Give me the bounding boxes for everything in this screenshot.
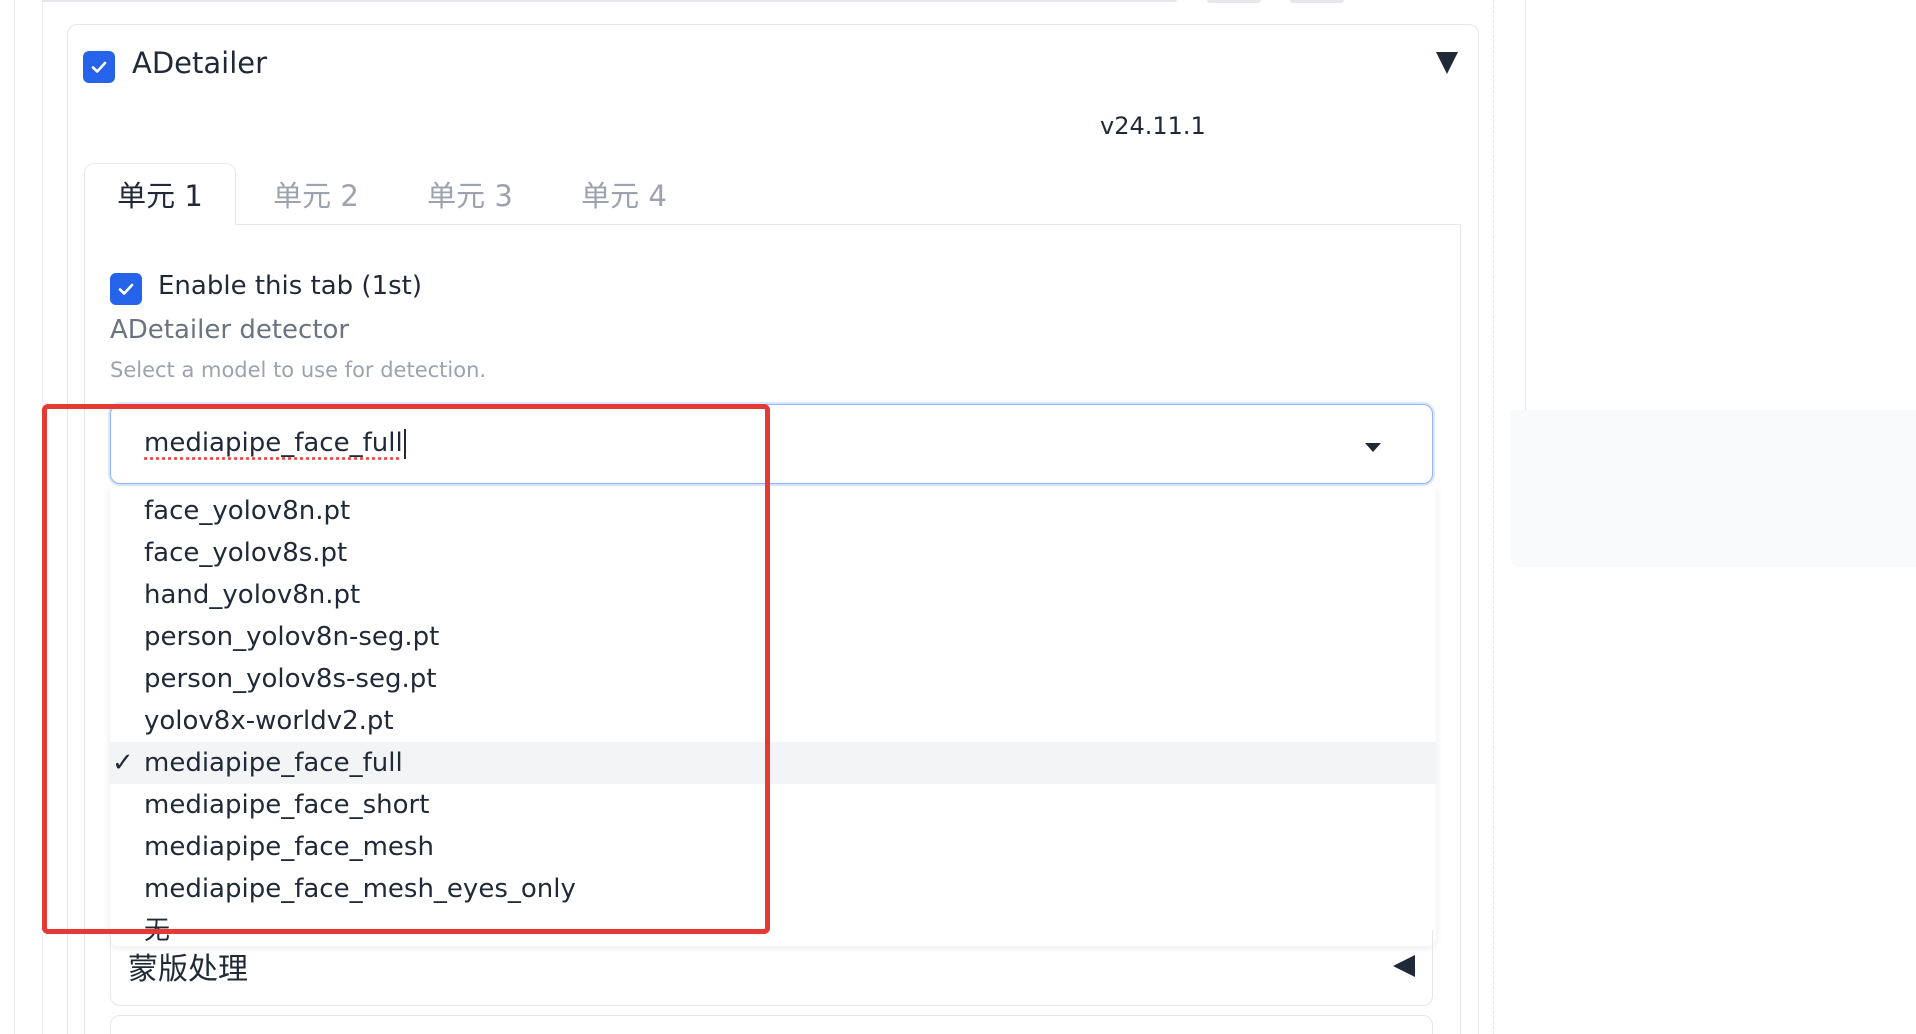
checkmark-icon [118,283,134,295]
detector-label: ADetailer detector [110,315,350,345]
previous-section-edge [42,0,1177,2]
dropdown-option[interactable]: ✓ mediapipe_face_full [110,742,1436,784]
detector-value-text: mediapipe_face_full [144,428,403,458]
dropdown-option[interactable]: face_yolov8s.pt [110,532,1436,574]
screen: ADetailer v24.11.1 单元 1 单元 2 单元 3 单元 4 E… [0,0,1916,1034]
tab-unit-4[interactable]: 单元 4 [576,163,672,225]
dropdown-option-label: yolov8x-worldv2.pt [144,706,394,736]
dropdown-option-label: hand_yolov8n.pt [144,580,361,610]
dropdown-option-label: mediapipe_face_mesh_eyes_only [144,874,576,904]
dropdown-option[interactable]: face_yolov8n.pt [110,490,1436,532]
next-section-box [110,1015,1433,1034]
dropdown-arrow-icon[interactable] [1365,443,1381,452]
dropdown-option[interactable]: mediapipe_face_mesh_eyes_only [110,868,1436,910]
right-output-panel [1525,0,1916,411]
expand-triangle-icon[interactable] [1393,955,1415,977]
dropdown-option-label: mediapipe_face_short [144,790,430,820]
detector-dropdown-value[interactable]: mediapipe_face_full [144,428,406,459]
tab-unit-3[interactable]: 单元 3 [422,163,518,225]
dropdown-option[interactable]: mediapipe_face_short [110,784,1436,826]
text-cursor [403,428,406,459]
version-label: v24.11.1 [1100,112,1206,140]
accordion-label[interactable]: 蒙版处理 [128,944,248,988]
dropdown-option[interactable]: yolov8x-worldv2.pt [110,700,1436,742]
selected-check-icon: ✓ [112,748,134,778]
top-button-edge [1290,0,1344,3]
dropdown-option[interactable]: person_yolov8s-seg.pt [110,658,1436,700]
enable-tab-label[interactable]: Enable this tab (1st) [158,271,422,301]
dropdown-option-label: person_yolov8n-seg.pt [144,622,440,652]
dropdown-option-label: person_yolov8s-seg.pt [144,664,437,694]
dropdown-option-label: face_yolov8s.pt [144,538,348,568]
dropdown-option[interactable]: person_yolov8n-seg.pt [110,616,1436,658]
detector-options-list: face_yolov8n.pt face_yolov8s.pt hand_yolov… [110,486,1436,946]
adetailer-enable-checkbox[interactable] [83,51,115,83]
dropdown-option-label: face_yolov8n.pt [144,496,351,526]
outer-border-line [14,0,15,1034]
detector-info-text: Select a model to use for detection. [110,358,487,382]
dropdown-option[interactable]: hand_yolov8n.pt [110,574,1436,616]
collapse-triangle-icon[interactable] [1436,52,1458,74]
dropdown-option-label: mediapipe_face_full [144,748,403,778]
panel-title: ADetailer [132,46,268,80]
dropdown-option-label: mediapipe_face_mesh [144,832,434,862]
mask-processing-accordion[interactable] [110,930,1433,1006]
checkmark-icon [91,61,107,73]
outer-border-line [42,0,43,1034]
right-info-panel [1510,410,1916,567]
enable-tab-checkbox[interactable] [110,273,142,305]
top-button-edge [1207,0,1261,3]
tab-unit-1[interactable]: 单元 1 [84,163,236,225]
dropdown-option[interactable]: mediapipe_face_mesh [110,826,1436,868]
column-divider [1493,0,1494,1034]
tab-unit-2[interactable]: 单元 2 [268,163,364,225]
